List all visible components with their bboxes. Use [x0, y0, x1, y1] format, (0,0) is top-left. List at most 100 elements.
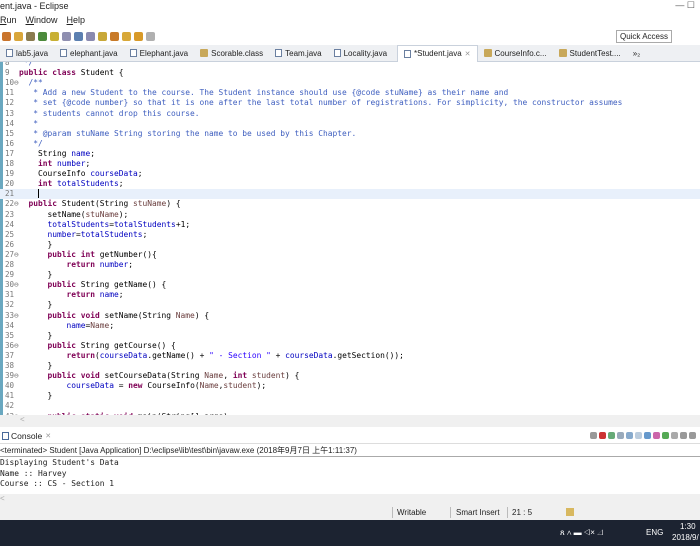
tab-[interactable]: »₂	[627, 45, 647, 62]
console-toolbar-icon[interactable]	[653, 432, 660, 439]
code-token-param: Name	[175, 310, 195, 320]
menu-run[interactable]: Run	[0, 15, 17, 28]
writable-status: Writable	[397, 508, 427, 517]
code-text: String name;	[19, 149, 95, 159]
editor-horizontal-scrollbar[interactable]: <	[0, 415, 700, 427]
code-token-plain: +1;	[175, 219, 191, 229]
code-token-field: name	[66, 320, 86, 330]
menu-window[interactable]: Window	[26, 15, 58, 28]
code-token-param: student	[251, 371, 286, 381]
code-text: * Add a new Student to the course. The S…	[19, 88, 508, 98]
console-toolbar-icon[interactable]	[590, 432, 597, 439]
tab-elephantjava[interactable]: Elephant.java	[124, 45, 194, 62]
code-text: public int getNumber(){	[19, 250, 157, 260]
quick-access-input[interactable]: Quick Access	[615, 30, 672, 43]
window-controls[interactable]: — ☐	[675, 0, 695, 11]
code-token-plain: ;	[118, 290, 124, 300]
code-line: 32 }	[0, 300, 700, 310]
toolbar-button-icon[interactable]	[14, 32, 23, 41]
tab-label: Elephant.java	[139, 48, 189, 58]
code-token-plain: }	[19, 391, 53, 401]
console-toolbar-icon[interactable]	[671, 432, 678, 439]
code-token-kw: public	[47, 340, 81, 350]
code-token-field: totalStudents	[47, 219, 110, 229]
code-token-plain: ) {	[285, 371, 300, 381]
console-toolbar-icon[interactable]	[626, 432, 633, 439]
console-toolbar-icon[interactable]	[608, 432, 615, 439]
code-token-kw: int	[38, 159, 58, 168]
code-text: *	[19, 119, 38, 129]
tab-labjava[interactable]: lab5.java	[0, 45, 54, 62]
code-token-kw: return	[66, 350, 96, 360]
toolbar-button-icon[interactable]	[86, 32, 95, 41]
toolbar-button-icon[interactable]	[2, 32, 11, 41]
console-toolbar-icon[interactable]	[680, 432, 687, 439]
code-token-plain: ) {	[166, 199, 181, 209]
tab-teamjava[interactable]: Team.java	[269, 45, 327, 62]
console-toolbar-icon[interactable]	[635, 432, 642, 439]
console-toolbar-icon[interactable]	[599, 432, 606, 439]
toolbar-button-icon[interactable]	[122, 32, 131, 41]
toolbar-button-icon[interactable]	[134, 32, 143, 41]
line-number: 23	[5, 209, 15, 219]
code-token-kw: public	[47, 280, 81, 290]
tab-scorableclass[interactable]: Scorable.class	[194, 45, 269, 62]
close-icon[interactable]: ✕	[45, 432, 51, 440]
code-token-field: number	[57, 159, 86, 168]
toolbar-button-icon[interactable]	[62, 32, 71, 41]
code-token-plain: ,	[223, 371, 233, 381]
code-text: return number;	[19, 260, 134, 270]
menu-help[interactable]: Help	[67, 15, 86, 28]
console-toolbar-icon[interactable]	[644, 432, 651, 439]
toolbar-button-icon[interactable]	[146, 32, 155, 41]
line-number: 41	[5, 391, 15, 401]
code-line: 34 name=Name;	[0, 321, 700, 331]
console-toolbar-icon[interactable]	[689, 432, 696, 439]
tab-localityjava[interactable]: Locality.java	[328, 45, 393, 62]
code-editor[interactable]: 8 */9 public class Student {10⊖ /** 11 * A…	[0, 62, 700, 415]
code-token-field: courseData	[66, 381, 115, 391]
code-token-field: courseData	[99, 350, 148, 360]
code-line: 18 int number;	[0, 159, 700, 169]
toolbar-button-icon[interactable]	[74, 32, 83, 41]
clock-date[interactable]: 2018/9/	[672, 533, 699, 542]
code-text: /**	[19, 78, 43, 88]
code-line: 21	[0, 189, 700, 200]
code-token-field: courseData	[90, 169, 138, 179]
close-icon[interactable]: ✕	[465, 50, 471, 58]
line-number: 39⊖	[5, 371, 19, 381]
tab-elephantjava[interactable]: elephant.java	[54, 45, 124, 62]
console-horizontal-scrollbar[interactable]: <	[0, 494, 700, 505]
line-number: 37	[5, 350, 15, 360]
clock-time[interactable]: 1:30	[680, 522, 696, 531]
console-tab[interactable]: Console ✕	[0, 429, 700, 444]
code-token-plain: setName(	[19, 209, 86, 219]
code-token-kw: public int	[47, 249, 100, 259]
toolbar-button-icon[interactable]	[38, 32, 47, 41]
console-toolbar-icon[interactable]	[662, 432, 669, 439]
tab-courseinfoc[interactable]: CourseInfo.c...	[478, 45, 553, 62]
line-number: 26	[5, 239, 15, 249]
code-token-comment: * @param stuName String storing the name…	[19, 128, 357, 138]
language-indicator[interactable]: ENG	[646, 528, 663, 537]
line-number: 40	[5, 381, 15, 391]
system-tray-icons[interactable]: ጸ ∧ ▬ ◁× ◿	[560, 528, 603, 538]
class-file-icon	[483, 49, 492, 57]
console-tab-label: Console	[11, 431, 43, 441]
code-token-plain: .getSection());	[332, 350, 404, 360]
code-token-plain: =	[114, 381, 129, 391]
console-toolbar-icon[interactable]	[617, 432, 624, 439]
toolbar-button-icon[interactable]	[98, 32, 107, 41]
tab-studentjava[interactable]: *Student.java ✕	[397, 44, 478, 62]
code-line: 37 return(courseData.getName() + " - Sec…	[0, 351, 700, 361]
toolbar-button-icon[interactable]	[26, 32, 35, 41]
code-text: number=totalStudents;	[19, 230, 148, 240]
line-number: 33⊖	[5, 310, 19, 320]
code-text: return(courseData.getName() + " - Sectio…	[19, 351, 404, 361]
toolbar-button-icon[interactable]	[110, 32, 119, 41]
toolbar-button-icon[interactable]	[50, 32, 59, 41]
tab-studenttest[interactable]: StudentTest....	[553, 45, 627, 62]
code-text	[19, 189, 40, 199]
